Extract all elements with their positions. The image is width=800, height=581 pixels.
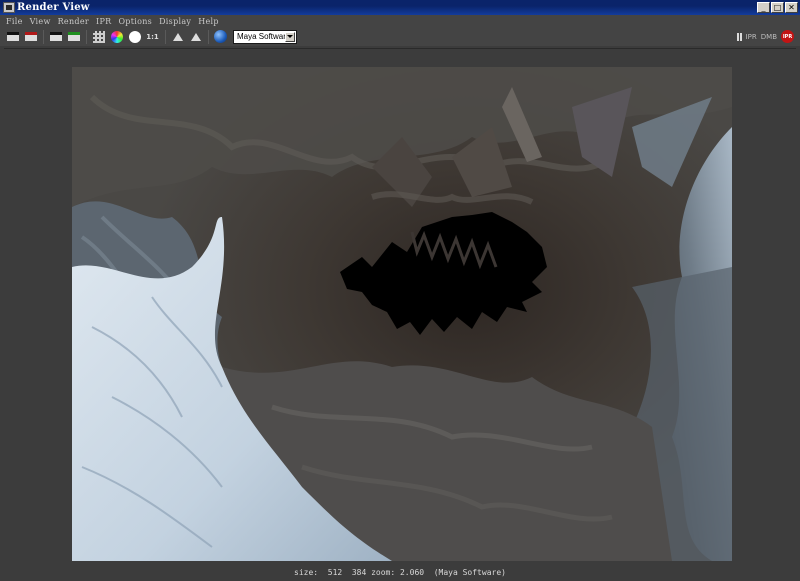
menu-bar: File View Render IPR Options Display Hel… xyxy=(0,15,800,27)
render-info-text: size: 512 384 zoom: 2.060 (Maya Software… xyxy=(294,568,506,577)
alpha-channel-button[interactable] xyxy=(127,30,142,44)
render-viewport[interactable] xyxy=(4,48,796,564)
menu-display[interactable]: Display xyxy=(159,17,191,26)
clapper-icon xyxy=(6,32,19,41)
minimize-button[interactable]: _ xyxy=(757,2,770,13)
toolbar-separator xyxy=(208,29,209,44)
maximize-button[interactable]: □ xyxy=(771,2,784,13)
menu-options[interactable]: Options xyxy=(118,17,152,26)
toolbar-separator xyxy=(165,29,166,44)
remove-image-button[interactable] xyxy=(188,30,203,44)
renderer-dropdown[interactable]: Maya Software xyxy=(233,29,297,44)
toolbar-separator xyxy=(43,29,44,44)
render-region-icon xyxy=(24,32,37,41)
rgb-channels-button[interactable] xyxy=(109,30,124,44)
ipr-render-button[interactable] xyxy=(48,30,63,44)
one-to-one-label: 1:1 xyxy=(146,32,159,41)
menu-view[interactable]: View xyxy=(30,17,51,26)
color-wheel-icon xyxy=(110,30,123,43)
toolbar-right: IPR DMB IPR xyxy=(736,30,794,43)
refresh-icon xyxy=(67,32,80,41)
toolbar: 1:1 Maya Software IPR DMB IPR xyxy=(0,27,800,46)
snapshot-button[interactable] xyxy=(91,30,106,44)
renderer-globe-button[interactable] xyxy=(213,30,228,44)
ipr-badge-icon[interactable]: IPR xyxy=(781,30,794,43)
menu-ipr[interactable]: IPR xyxy=(96,17,111,26)
pause-icon[interactable] xyxy=(736,32,742,41)
toolbar-separator xyxy=(86,29,87,44)
app-icon xyxy=(3,2,15,13)
status-bar: size: 512 384 zoom: 2.060 (Maya Software… xyxy=(0,564,800,581)
render-region-button[interactable] xyxy=(23,30,38,44)
keep-image-button[interactable] xyxy=(170,30,185,44)
redo-render-button[interactable] xyxy=(5,30,20,44)
refresh-ipr-button[interactable] xyxy=(66,30,81,44)
rendered-image xyxy=(72,67,732,561)
dmb-label[interactable]: DMB xyxy=(761,33,777,41)
remove-image-icon xyxy=(190,32,201,41)
close-button[interactable]: ✕ xyxy=(785,2,798,13)
ipr-label[interactable]: IPR xyxy=(746,33,757,41)
cave-render-svg xyxy=(72,67,732,561)
snapshot-icon xyxy=(92,30,105,43)
alpha-icon xyxy=(128,30,141,43)
menu-render[interactable]: Render xyxy=(58,17,89,26)
menu-file[interactable]: File xyxy=(6,17,23,26)
title-bar: Render View _ □ ✕ xyxy=(0,0,800,15)
chevron-down-icon[interactable] xyxy=(285,31,295,42)
real-size-button[interactable]: 1:1 xyxy=(145,30,160,44)
menu-help[interactable]: Help xyxy=(198,17,219,26)
window-title: Render View xyxy=(17,2,90,13)
renderer-value: Maya Software xyxy=(237,32,291,41)
ipr-clapper-icon xyxy=(49,32,62,41)
globe-icon xyxy=(214,30,227,43)
window-controls: _ □ ✕ xyxy=(757,2,798,13)
keep-image-icon xyxy=(172,32,183,41)
